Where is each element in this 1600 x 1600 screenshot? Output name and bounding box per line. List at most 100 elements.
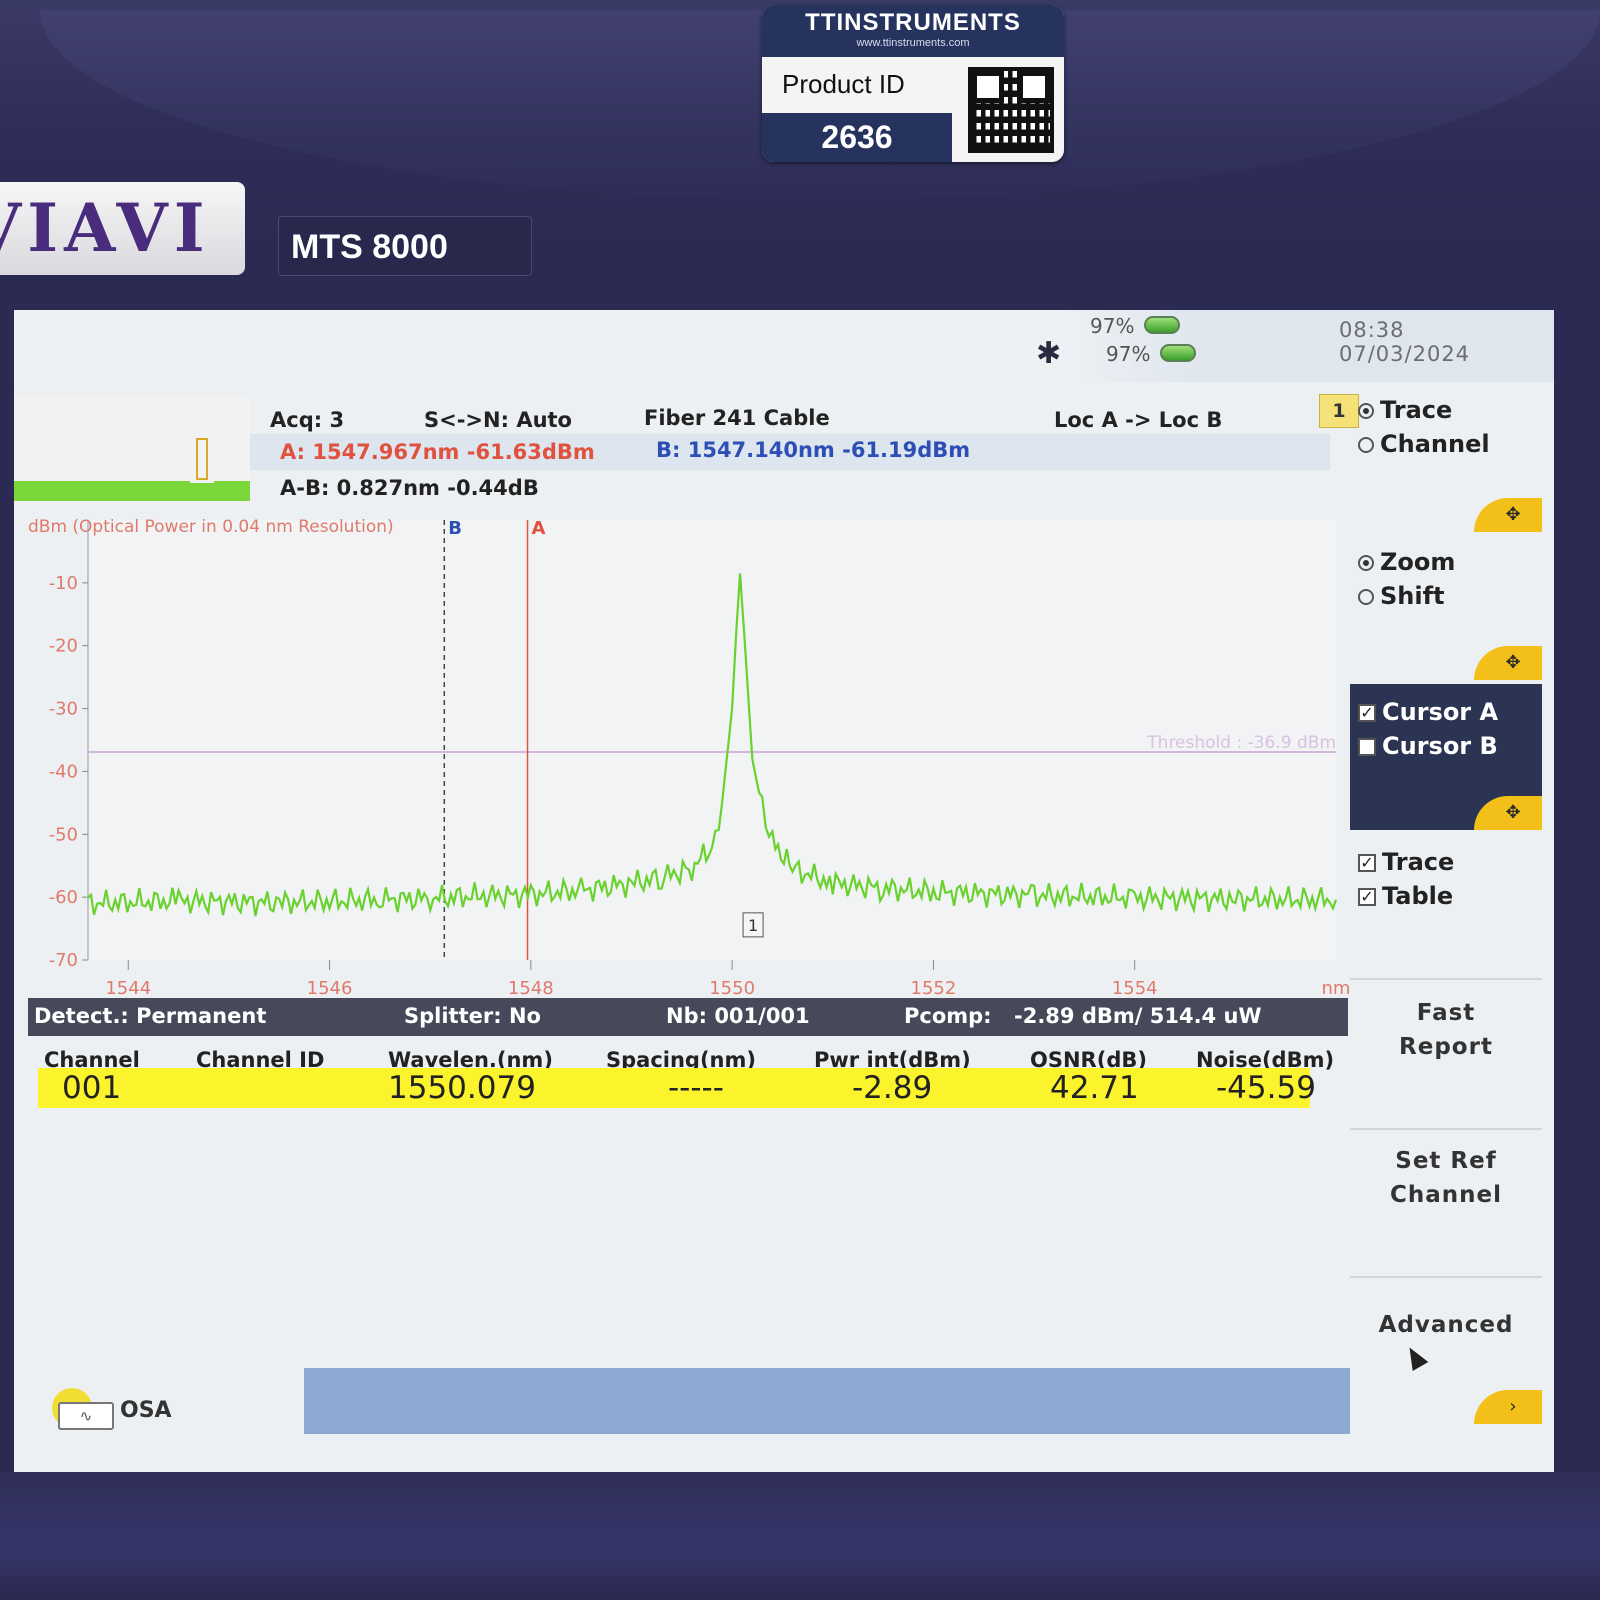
cell-noise: -45.59 (1216, 1070, 1316, 1106)
check-table-box: ✓ (1358, 888, 1376, 906)
screen: ✱ 97% 97% 08:38 07/03/2024 Acq: 3 S<->N:… (14, 310, 1554, 1472)
x-tick-label: 1554 (1112, 978, 1158, 999)
peak-marker-label: 1 (748, 916, 758, 935)
sticker-label: Product ID (782, 69, 905, 99)
overview-trace-svg (14, 438, 250, 501)
product-sticker: TTINSTRUMENTS www.ttinstruments.com Prod… (762, 5, 1064, 162)
cell-wavelength: 1550.079 (388, 1070, 536, 1106)
check-cursor-b-label: Cursor B (1382, 732, 1498, 760)
radio-channel[interactable]: Channel (1358, 430, 1490, 458)
y-tick-label: -10 (49, 573, 78, 594)
menu-divider (1350, 1128, 1542, 1130)
cursor-row: A: 1547.967nm -61.63dBm B: 1547.140nm -6… (250, 434, 1330, 470)
cell-spacing: ----- (668, 1070, 724, 1106)
pcomp-label: Pcomp: (904, 1004, 992, 1028)
sticker-url: www.ttinstruments.com (856, 37, 970, 49)
radio-trace-dot (1358, 403, 1374, 419)
brand-logo: VIAVI (0, 189, 211, 267)
sticker-header: TTINSTRUMENTS www.ttinstruments.com (762, 5, 1064, 57)
battery1-icon (1144, 316, 1180, 334)
clock-date: 07/03/2024 (1339, 342, 1471, 366)
check-table[interactable]: ✓ Table (1358, 882, 1453, 910)
y-tick-label: -50 (49, 824, 78, 845)
radio-shift-dot (1358, 589, 1374, 605)
radio-trace[interactable]: Trace (1358, 396, 1452, 424)
battery2-percent: 97% (1106, 342, 1151, 366)
fast-report-line1: Fast (1416, 1000, 1476, 1026)
y-tick-label: -30 (49, 699, 78, 720)
x-tick-label: 1546 (307, 978, 353, 999)
overview-noise-band (14, 481, 250, 501)
cell-osnr: 42.71 (1050, 1070, 1139, 1106)
x-tick-label: 1548 (508, 978, 554, 999)
set-ref-line2: Channel (1389, 1182, 1502, 1208)
set-ref-channel-button[interactable]: Set Ref Channel (1350, 1144, 1542, 1212)
device-bezel-bottom (0, 1472, 1600, 1600)
radio-trace-label: Trace (1380, 396, 1453, 424)
x-tick-label: 1544 (105, 978, 151, 999)
table-summary-bar: Detect.: Permanent Splitter: No Nb: 001/… (28, 998, 1348, 1036)
cursor-b-readout: B: 1547.140nm -61.19dBm (656, 438, 971, 462)
info-panel: Acq: 3 S<->N: Auto Fiber 241 Cable Loc A… (250, 388, 1330, 500)
splitter-label: Splitter: No (404, 1004, 541, 1028)
battery2-icon (1160, 344, 1196, 362)
check-table-label: Table (1382, 882, 1454, 910)
brand-plate: VIAVI (0, 182, 245, 275)
check-cursor-a-label: Cursor A (1382, 698, 1499, 726)
cell-channel: 001 (62, 1070, 122, 1106)
fast-report-line2: Report (1399, 1034, 1493, 1060)
radio-zoom[interactable]: Zoom (1358, 548, 1455, 576)
check-cursor-a[interactable]: ✓ Cursor A (1358, 698, 1498, 726)
spectrum-svg: -10 -20 -30 -40 -50 -60 -70 dBm (Optical Power … (28, 517, 1350, 999)
radio-shift[interactable]: Shift (1358, 582, 1445, 610)
osa-label[interactable]: OSA (120, 1398, 172, 1423)
check-trace-box: ✓ (1358, 854, 1376, 872)
advanced-button[interactable]: Advanced (1350, 1308, 1542, 1342)
y-tick-label: -70 (49, 950, 78, 971)
sticker-brand: TTINSTRUMENTS (805, 9, 1021, 36)
model-plate: MTS 8000 (278, 216, 532, 276)
qr-code-icon (968, 67, 1054, 153)
status-bar: ✱ 97% 97% 08:38 07/03/2024 (14, 310, 1554, 382)
pcomp-value: -2.89 dBm/ 514.4 uW (1014, 1004, 1262, 1028)
y-tick-label: -20 (49, 636, 78, 657)
radio-channel-label: Channel (1380, 430, 1490, 458)
clock-time: 08:38 (1339, 318, 1405, 342)
cursor-a-label: A (532, 518, 546, 539)
check-cursor-a-box: ✓ (1358, 704, 1376, 722)
product-id: 2636 (762, 113, 952, 162)
bottom-status-bar (304, 1368, 1350, 1434)
zoom-arrows-icon[interactable]: ✥ (1474, 646, 1542, 680)
set-ref-line1: Set Ref (1395, 1148, 1497, 1174)
fast-report-button[interactable]: Fast Report (1350, 996, 1542, 1064)
table-row[interactable]: 001 1550.079 ----- -2.89 42.71 -45.59 (38, 1068, 1316, 1108)
spectrum-chart[interactable]: -10 -20 -30 -40 -50 -60 -70 dBm (Optical Power … (14, 506, 1350, 1006)
side-menu: Trace Channel ✥ Zoom Shift ✥ ✓ Cursor A C… (1350, 382, 1542, 1472)
acq-label: Acq: 3 (270, 408, 345, 432)
y-tick-label: -40 (49, 761, 78, 782)
menu-divider (1350, 1276, 1542, 1278)
osa-wave-icon[interactable]: ∿ (58, 1402, 114, 1430)
check-cursor-b-box (1358, 738, 1376, 756)
check-trace-label: Trace (1382, 848, 1455, 876)
check-cursor-b[interactable]: Cursor B (1358, 732, 1498, 760)
bluetooth-icon: ✱ (1036, 336, 1062, 371)
loc-label: Loc A -> Loc B (1054, 408, 1223, 432)
radio-shift-label: Shift (1380, 582, 1445, 610)
radio-zoom-dot (1358, 555, 1374, 571)
radio-channel-dot (1358, 437, 1374, 453)
overview-trace[interactable] (14, 395, 250, 503)
y-axis-label: dBm (Optical Power in 0.04 nm Resolution… (28, 517, 394, 537)
check-trace[interactable]: ✓ Trace (1358, 848, 1454, 876)
next-page-icon[interactable]: › (1474, 1390, 1542, 1424)
navigate-arrows-icon[interactable]: ✥ (1474, 498, 1542, 532)
threshold-label: Threshold : -36.9 dBm (1146, 733, 1336, 753)
cursor-panel: ✓ Cursor A Cursor B ✥ (1350, 684, 1542, 830)
cursor-arrows-icon[interactable]: ✥ (1474, 796, 1542, 830)
cursor-a-readout: A: 1547.967nm -61.63dBm (280, 440, 595, 464)
cursor-delta-readout: A-B: 0.827nm -0.44dB (280, 476, 539, 500)
detect-label: Detect.: Permanent (34, 1004, 267, 1028)
x-tick-label: 1552 (911, 978, 957, 999)
battery1-percent: 97% (1090, 314, 1135, 338)
menu-divider (1350, 978, 1542, 980)
